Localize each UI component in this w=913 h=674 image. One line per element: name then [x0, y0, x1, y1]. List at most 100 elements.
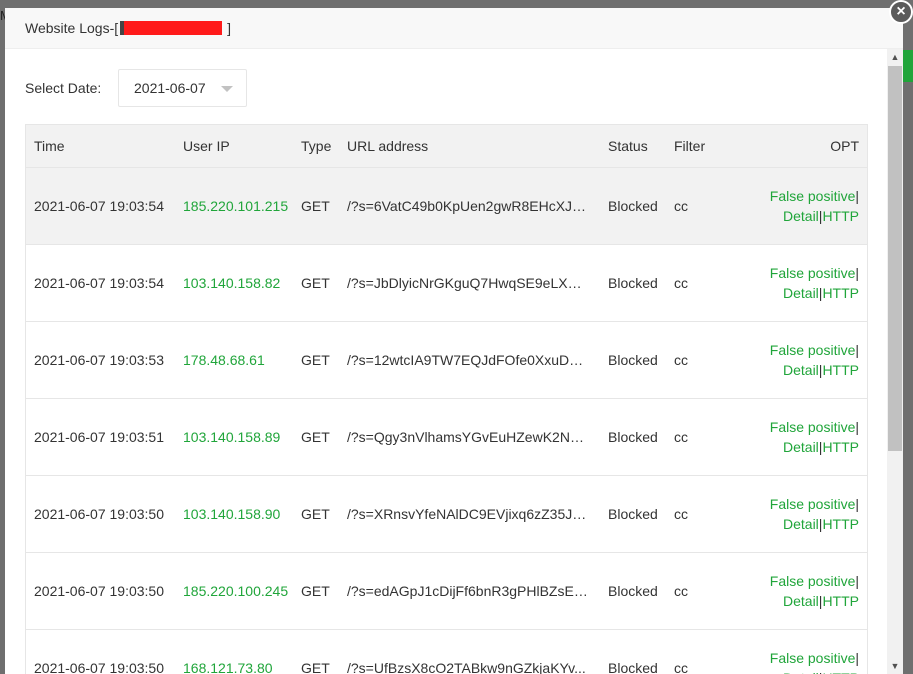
false-positive-link[interactable]: False positive	[770, 419, 856, 435]
table-header-row: Time User IP Type URL address Status Fil…	[26, 125, 867, 168]
date-value: 2021-06-07	[134, 80, 206, 96]
cell-filter: cc	[666, 552, 746, 630]
cell-filter: cc	[666, 321, 746, 399]
cell-filter: cc	[666, 244, 746, 322]
cell-user-ip: 103.140.158.82	[175, 244, 293, 322]
table-row: 2021-06-07 19:03:54 185.220.101.215 GET/?s…	[26, 167, 867, 245]
detail-link[interactable]: Detail	[783, 670, 819, 674]
cell-opt: False positive|Detail|HTTP	[746, 167, 867, 245]
table-row: 2021-06-07 19:03:50 168.121.73.80 GET/?s=U…	[26, 629, 867, 674]
cell-status: Blocked	[600, 398, 666, 476]
logs-table: Time User IP Type URL address Status Fil…	[26, 125, 867, 674]
cell-user-ip: 178.48.68.61	[175, 321, 293, 399]
http-link[interactable]: HTTP	[822, 670, 859, 674]
cell-opt: False positive|Detail|HTTP	[746, 475, 867, 553]
logs-table-container: Time User IP Type URL address Status Fil…	[25, 124, 868, 674]
cell-filter: cc	[666, 629, 746, 674]
action-separator: |	[855, 187, 859, 204]
cell-user-ip: 168.121.73.80	[175, 629, 293, 674]
close-icon[interactable]: ×	[889, 0, 913, 24]
arrow-down-icon[interactable]: ▼	[887, 658, 903, 674]
cell-filter: cc	[666, 398, 746, 476]
detail-link[interactable]: Detail	[783, 208, 819, 224]
cell-type: GET	[293, 475, 339, 553]
arrow-up-icon[interactable]: ▲	[887, 49, 903, 65]
http-link[interactable]: HTTP	[822, 593, 859, 609]
modal-title: Website Logs-[]	[25, 20, 231, 36]
cell-time: 2021-06-07 19:03:50	[26, 552, 175, 630]
action-separator: |	[855, 264, 859, 281]
date-select[interactable]: 2021-06-07	[118, 69, 247, 107]
background-green-button-edge	[903, 50, 913, 82]
cell-type: GET	[293, 552, 339, 630]
scrollbar-thumb[interactable]	[888, 66, 902, 451]
cell-time: 2021-06-07 19:03:54	[26, 244, 175, 322]
title-suffix: ]	[227, 20, 232, 36]
cell-status: Blocked	[600, 475, 666, 553]
false-positive-link[interactable]: False positive	[770, 496, 856, 512]
action-separator: |	[855, 495, 859, 512]
col-header-opt: OPT	[746, 125, 867, 168]
cell-status: Blocked	[600, 167, 666, 245]
cell-user-ip: 103.140.158.89	[175, 398, 293, 476]
table-row: 2021-06-07 19:03:53 178.48.68.61 GET/?s=12…	[26, 321, 867, 399]
detail-link[interactable]: Detail	[783, 362, 819, 378]
col-header-type: Type	[293, 125, 339, 168]
modal-body: Select Date: 2021-06-07 Time User IP Typ…	[5, 49, 887, 674]
cell-url: /?s=Qgy3nVlhamsYGvEuHZewK2NW...	[339, 398, 600, 476]
cell-opt: False positive|Detail|HTTP	[746, 244, 867, 322]
http-link[interactable]: HTTP	[822, 439, 859, 455]
cell-user-ip: 185.220.101.215	[175, 167, 293, 245]
col-header-status: Status	[600, 125, 666, 168]
table-body: 2021-06-07 19:03:54 185.220.101.215 GET/?s…	[26, 167, 867, 674]
redacted-site-name	[120, 21, 223, 35]
cell-type: GET	[293, 398, 339, 476]
cell-filter: cc	[666, 167, 746, 245]
cell-time: 2021-06-07 19:03:51	[26, 398, 175, 476]
detail-link[interactable]: Detail	[783, 593, 819, 609]
false-positive-link[interactable]: False positive	[770, 573, 856, 589]
detail-link[interactable]: Detail	[783, 439, 819, 455]
http-link[interactable]: HTTP	[822, 516, 859, 532]
cell-url: /?s=XRnsvYfeNAlDC9EVjixq6zZ35Jt8l...	[339, 475, 600, 553]
col-header-url: URL address	[339, 125, 600, 168]
false-positive-link[interactable]: False positive	[770, 265, 856, 281]
website-logs-modal: Website Logs-[] Select Date: 2021-06-07	[5, 8, 903, 674]
detail-link[interactable]: Detail	[783, 516, 819, 532]
action-separator: |	[855, 572, 859, 589]
cell-status: Blocked	[600, 552, 666, 630]
detail-link[interactable]: Detail	[783, 285, 819, 301]
action-separator: |	[855, 418, 859, 435]
cell-status: Blocked	[600, 629, 666, 674]
date-filter-row: Select Date: 2021-06-07	[25, 69, 247, 107]
false-positive-link[interactable]: False positive	[770, 342, 856, 358]
col-header-time: Time	[26, 125, 175, 168]
table-row: 2021-06-07 19:03:50 185.220.100.245 GET/?s…	[26, 552, 867, 630]
title-prefix: Website Logs-[	[25, 20, 119, 36]
action-separator: |	[855, 341, 859, 358]
cell-type: GET	[293, 244, 339, 322]
cell-filter: cc	[666, 475, 746, 553]
table-row: 2021-06-07 19:03:51 103.140.158.89 GET/?s=…	[26, 398, 867, 476]
cell-url: /?s=UfBzsX8cO2TABkw9nGZkjaKYv...	[339, 629, 600, 674]
cell-user-ip: 103.140.158.90	[175, 475, 293, 553]
cell-time: 2021-06-07 19:03:53	[26, 321, 175, 399]
cell-url: /?s=6VatC49b0KpUen2gwR8EHcXJz...	[339, 167, 600, 245]
modal-header: Website Logs-[]	[5, 8, 903, 49]
cell-time: 2021-06-07 19:03:50	[26, 629, 175, 674]
cell-opt: False positive|Detail|HTTP	[746, 629, 867, 674]
http-link[interactable]: HTTP	[822, 285, 859, 301]
false-positive-link[interactable]: False positive	[770, 188, 856, 204]
cell-opt: False positive|Detail|HTTP	[746, 552, 867, 630]
col-header-user-ip: User IP	[175, 125, 293, 168]
cell-type: GET	[293, 629, 339, 674]
cell-time: 2021-06-07 19:03:50	[26, 475, 175, 553]
http-link[interactable]: HTTP	[822, 362, 859, 378]
cell-time: 2021-06-07 19:03:54	[26, 167, 175, 245]
cell-type: GET	[293, 167, 339, 245]
false-positive-link[interactable]: False positive	[770, 650, 856, 666]
http-link[interactable]: HTTP	[822, 208, 859, 224]
cell-url: /?s=12wtcIA9TW7EQJdFOfe0XxuDLn...	[339, 321, 600, 399]
chevron-down-icon	[221, 86, 233, 92]
vertical-scrollbar[interactable]: ▲ ▼	[887, 49, 903, 674]
